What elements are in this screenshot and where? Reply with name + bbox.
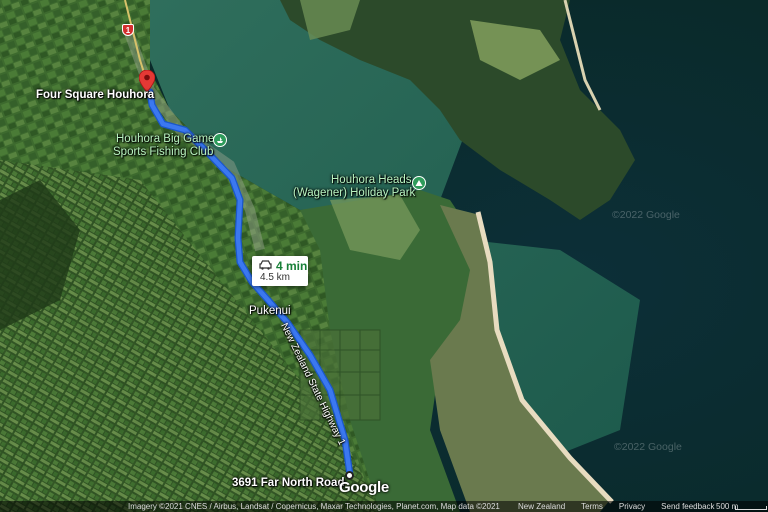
- watermark-a: ©2022 Google: [612, 209, 680, 221]
- locality-label: Pukenui: [249, 305, 291, 317]
- attribution-bar: Imagery ©2021 CNES / Airbus, Landsat / C…: [0, 501, 768, 512]
- route-info-card[interactable]: 4 min 4.5 km: [252, 256, 308, 286]
- watermark-b: ©2022 Google: [614, 441, 682, 453]
- boat-icon[interactable]: [213, 133, 227, 147]
- poi-label-fishing-club-line2[interactable]: Sports Fishing Club: [113, 146, 213, 159]
- origin-label[interactable]: Four Square Houhora: [36, 89, 154, 102]
- region-link[interactable]: New Zealand: [518, 501, 565, 512]
- destination-label[interactable]: 3691 Far North Road: [232, 477, 344, 490]
- poi-label-fishing-club-line1[interactable]: Houhora Big Game &: [116, 133, 225, 146]
- google-logo: Google: [339, 479, 389, 496]
- poi-label-holiday-park-line2[interactable]: (Wagener) Holiday Park: [293, 187, 415, 200]
- car-icon: [259, 260, 272, 270]
- privacy-link[interactable]: Privacy: [619, 501, 645, 512]
- map-canvas[interactable]: 1 Four Square Houhora Houhora Big Game &…: [0, 0, 768, 512]
- scale-bar[interactable]: [735, 506, 767, 510]
- send-feedback-link[interactable]: Send feedback: [661, 501, 714, 512]
- imagery-credit: Imagery ©2021 CNES / Airbus, Landsat / C…: [128, 502, 500, 511]
- campground-icon[interactable]: [412, 176, 426, 190]
- route-duration: 4 min: [276, 259, 308, 273]
- poi-label-holiday-park-line1[interactable]: Houhora Heads: [331, 174, 412, 187]
- route-distance: 4.5 km: [260, 272, 291, 283]
- satellite-imagery: [0, 0, 768, 512]
- terms-link[interactable]: Terms: [581, 501, 603, 512]
- highway-shield: 1: [122, 24, 134, 36]
